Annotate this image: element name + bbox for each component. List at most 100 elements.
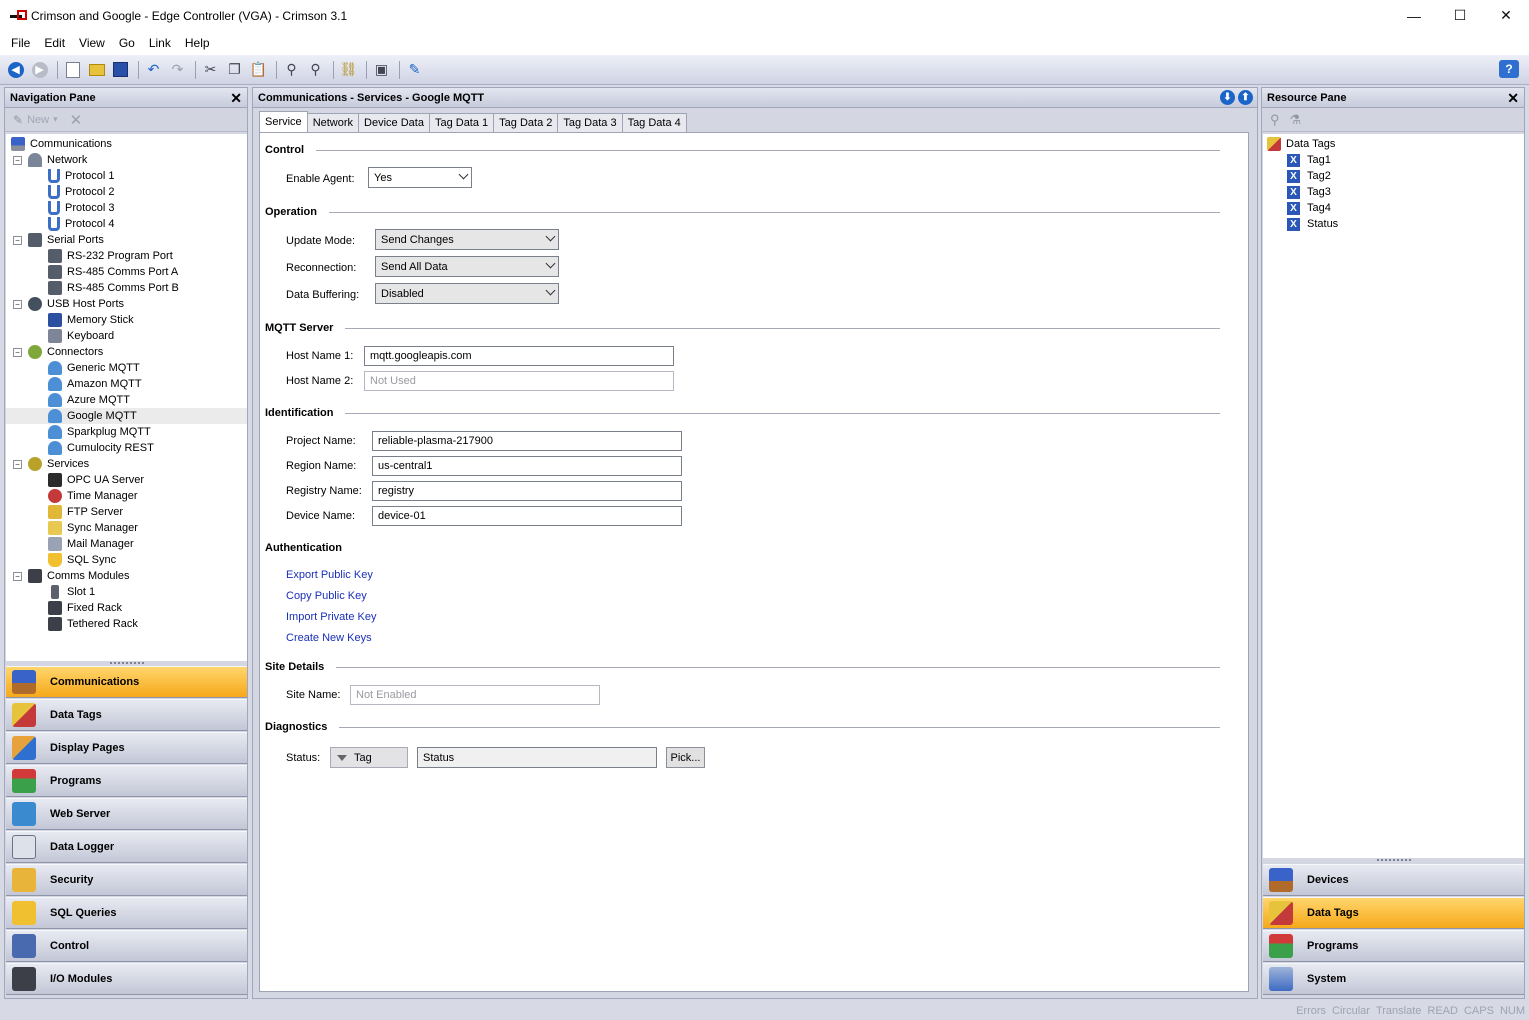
menu-help[interactable]: Help [178, 36, 217, 50]
close-resource-pane-icon[interactable]: ✕ [1507, 90, 1519, 107]
create-new-keys-link[interactable]: Create New Keys [286, 632, 372, 644]
host-name-2-field[interactable]: Not Used [364, 371, 674, 391]
registry-name-field[interactable]: registry [372, 481, 682, 501]
tab-tag-data-2[interactable]: Tag Data 2 [493, 113, 559, 132]
tree-item-services[interactable]: − Services [13, 456, 89, 472]
new-item-button[interactable]: New [27, 114, 49, 126]
redo-icon[interactable]: ↷ [167, 60, 188, 80]
tree-item-azure-mqtt[interactable]: Azure MQTT [48, 392, 130, 408]
cut-icon[interactable]: ✂ [200, 60, 221, 80]
copy-icon[interactable]: ❐ [224, 60, 245, 80]
collapse-icon[interactable]: − [13, 459, 22, 469]
nav-button-sql-queries[interactable]: SQL Queries [6, 897, 247, 929]
reconnection-select[interactable]: Send All Data [375, 256, 559, 277]
tree-item-sync-manager[interactable]: Sync Manager [48, 520, 138, 536]
menu-go[interactable]: Go [112, 36, 142, 50]
data-buffering-select[interactable]: Disabled [375, 283, 559, 304]
nav-button-control[interactable]: Control [6, 930, 247, 962]
tree-item-amazon-mqtt[interactable]: Amazon MQTT [48, 376, 142, 392]
maximize-button[interactable]: ☐ [1437, 0, 1483, 31]
tab-tag-data-3[interactable]: Tag Data 3 [557, 113, 623, 132]
nav-button-security[interactable]: Security [6, 864, 247, 896]
tree-item-sparkplug-mqtt[interactable]: Sparkplug MQTT [48, 424, 151, 440]
filter-icon[interactable]: ⚗ [1290, 112, 1302, 128]
close-navigation-pane-icon[interactable]: ✕ [230, 90, 242, 107]
collapse-icon[interactable]: − [13, 155, 22, 165]
tree-item-protocol-2[interactable]: Protocol 2 [48, 184, 115, 200]
tree-item-tethered-rack[interactable]: Tethered Rack [48, 616, 138, 632]
new-file-icon[interactable] [62, 60, 83, 80]
tree-item-rs-485-comms-port-b[interactable]: RS-485 Comms Port B [48, 280, 179, 296]
tree-item-communications[interactable]: Communications [11, 136, 112, 152]
tree-item-rs-485-comms-port-a[interactable]: RS-485 Comms Port A [48, 264, 178, 280]
site-name-field[interactable]: Not Enabled [350, 685, 600, 705]
paste-icon[interactable]: 📋 [248, 60, 269, 80]
send-icon[interactable]: ✎ [404, 60, 425, 80]
menu-file[interactable]: File [4, 36, 37, 50]
tree-item-serial-ports[interactable]: − Serial Ports [13, 232, 104, 248]
splitter-grip[interactable] [1377, 859, 1411, 863]
tree-item-tag2[interactable]: X Tag2 [1287, 168, 1331, 184]
search-icon[interactable]: ⚲ [1270, 112, 1280, 128]
tree-item-comms-modules[interactable]: − Comms Modules [13, 568, 130, 584]
tree-item-keyboard[interactable]: Keyboard [48, 328, 114, 344]
tree-item-google-mqtt[interactable]: Google MQTT [6, 408, 247, 424]
tab-network[interactable]: Network [306, 113, 360, 132]
resource-button-devices[interactable]: Devices [1263, 864, 1524, 896]
tree-item-data-tags[interactable]: Data Tags [1267, 136, 1335, 152]
status-tag-field[interactable]: Status [417, 747, 657, 768]
status-mode-dropdown[interactable]: Tag [330, 747, 408, 768]
tree-item-status[interactable]: X Status [1287, 216, 1338, 232]
find-replace-icon[interactable]: ⚲ [305, 60, 326, 80]
collapse-icon[interactable]: − [13, 347, 22, 357]
copy-public-key-link[interactable]: Copy Public Key [286, 590, 367, 602]
tree-item-opc-ua-server[interactable]: OPC UA Server [48, 472, 144, 488]
monitor-icon[interactable]: ▣ [371, 60, 392, 80]
delete-icon[interactable]: ✕ [70, 111, 83, 129]
undo-icon[interactable]: ↶ [143, 60, 164, 80]
tree-item-protocol-1[interactable]: Protocol 1 [48, 168, 115, 184]
device-name-field[interactable]: device-01 [372, 506, 682, 526]
move-up-icon[interactable]: ⬆ [1238, 90, 1253, 105]
move-down-icon[interactable]: ⬇ [1220, 90, 1235, 105]
forward-icon[interactable]: ▶ [29, 60, 50, 80]
tree-item-cumulocity-rest[interactable]: Cumulocity REST [48, 440, 154, 456]
back-icon[interactable]: ◀ [5, 60, 26, 80]
chevron-down-icon[interactable]: ▾ [53, 114, 58, 125]
menu-link[interactable]: Link [142, 36, 178, 50]
collapse-icon[interactable]: − [13, 571, 22, 581]
open-folder-icon[interactable] [86, 60, 107, 80]
collapse-icon[interactable]: − [13, 299, 22, 309]
nav-button-communications[interactable]: Communications [6, 666, 247, 698]
tree-item-tag4[interactable]: X Tag4 [1287, 200, 1331, 216]
menu-edit[interactable]: Edit [37, 36, 72, 50]
tree-item-generic-mqtt[interactable]: Generic MQTT [48, 360, 140, 376]
save-icon[interactable] [110, 60, 131, 80]
nav-button-i-o-modules[interactable]: I/O Modules [6, 963, 247, 995]
host-name-1-field[interactable]: mqtt.googleapis.com [364, 346, 674, 366]
tree-item-ftp-server[interactable]: FTP Server [48, 504, 123, 520]
nav-button-programs[interactable]: Programs [6, 765, 247, 797]
project-name-field[interactable]: reliable-plasma-217900 [372, 431, 682, 451]
tab-tag-data-4[interactable]: Tag Data 4 [621, 113, 687, 132]
nav-button-display-pages[interactable]: Display Pages [6, 732, 247, 764]
nav-button-data-logger[interactable]: Data Logger [6, 831, 247, 863]
tree-item-sql-sync[interactable]: SQL Sync [48, 552, 116, 568]
nav-button-web-server[interactable]: Web Server [6, 798, 247, 830]
menu-view[interactable]: View [72, 36, 112, 50]
tab-device-data[interactable]: Device Data [358, 113, 430, 132]
close-button[interactable]: ✕ [1483, 0, 1529, 31]
new-item-icon[interactable]: ✎ [13, 113, 23, 127]
tree-item-tag3[interactable]: X Tag3 [1287, 184, 1331, 200]
find-icon[interactable]: ⚲ [281, 60, 302, 80]
tree-item-network[interactable]: − Network [13, 152, 87, 168]
tree-item-rs-232-program-port[interactable]: RS-232 Program Port [48, 248, 173, 264]
help-icon[interactable]: ? [1499, 60, 1519, 78]
export-public-key-link[interactable]: Export Public Key [286, 569, 373, 581]
tree-item-fixed-rack[interactable]: Fixed Rack [48, 600, 122, 616]
link-icon[interactable]: ⛓ [338, 60, 359, 80]
resource-button-data-tags[interactable]: Data Tags [1263, 897, 1524, 929]
tree-item-tag1[interactable]: X Tag1 [1287, 152, 1331, 168]
tree-item-connectors[interactable]: − Connectors [13, 344, 103, 360]
pick-button[interactable]: Pick... [666, 747, 705, 768]
